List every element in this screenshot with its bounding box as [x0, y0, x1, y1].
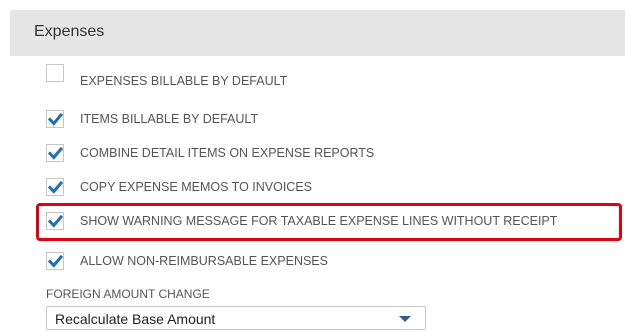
- chevron-down-icon[interactable]: [399, 316, 411, 322]
- checkmark-icon: [48, 112, 63, 126]
- checkbox[interactable]: [46, 110, 64, 128]
- foreign-amount-change-label: FOREIGN AMOUNT CHANGE: [46, 287, 210, 301]
- option-allow-non-reimbursable[interactable]: ALLOW NON-REIMBURSABLE EXPENSES: [46, 252, 621, 272]
- checkmark-icon: [48, 254, 63, 268]
- checkmark-icon: [48, 180, 63, 194]
- expenses-preferences-panel: Expenses EXPENSES BILLABLE BY DEFAULT IT…: [0, 0, 625, 332]
- option-expenses-billable-by-default[interactable]: EXPENSES BILLABLE BY DEFAULT: [46, 64, 621, 88]
- option-label: COMBINE DETAIL ITEMS ON EXPENSE REPORTS: [80, 146, 375, 160]
- option-label: EXPENSES BILLABLE BY DEFAULT: [80, 74, 288, 88]
- checkbox[interactable]: [46, 252, 64, 270]
- option-label: ITEMS BILLABLE BY DEFAULT: [80, 112, 259, 126]
- section-title: Expenses: [34, 23, 105, 40]
- option-copy-expense-memos[interactable]: COPY EXPENSE MEMOS TO INVOICES: [46, 178, 621, 198]
- highlight-box: [36, 203, 622, 241]
- checkbox[interactable]: [46, 64, 64, 82]
- foreign-amount-change-select[interactable]: Recalculate Base Amount: [46, 306, 426, 330]
- checkmark-icon: [48, 146, 63, 160]
- checkbox[interactable]: [46, 178, 64, 196]
- section-header: Expenses: [10, 10, 625, 56]
- option-label: COPY EXPENSE MEMOS TO INVOICES: [80, 180, 313, 194]
- select-value: Recalculate Base Amount: [55, 311, 216, 327]
- option-label: ALLOW NON-REIMBURSABLE EXPENSES: [80, 254, 328, 268]
- checkbox[interactable]: [46, 144, 64, 162]
- option-items-billable-by-default[interactable]: ITEMS BILLABLE BY DEFAULT: [46, 110, 621, 130]
- option-combine-detail-items[interactable]: COMBINE DETAIL ITEMS ON EXPENSE REPORTS: [46, 144, 621, 164]
